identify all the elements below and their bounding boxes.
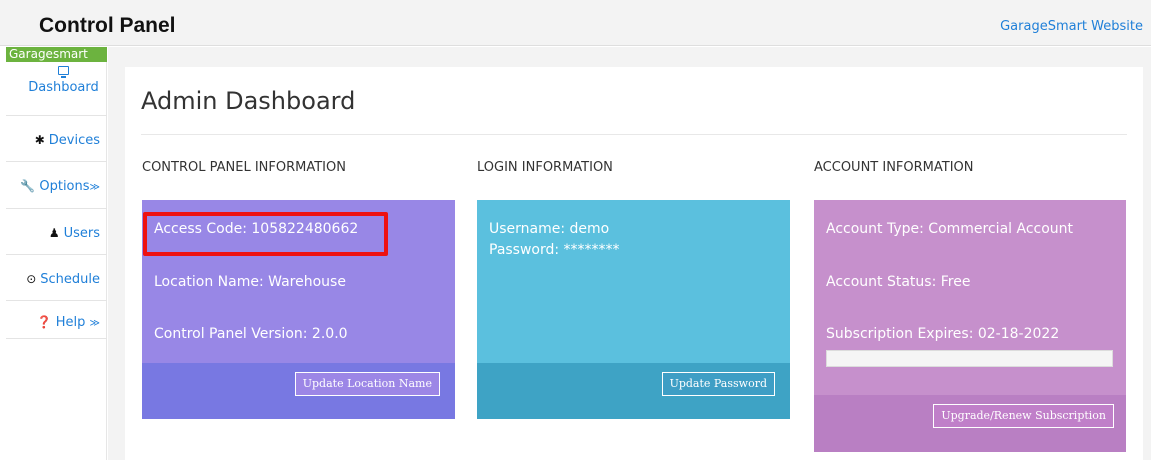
monitor-icon [58,66,69,78]
subscription-expires-text: Subscription Expires: 02-18-2022 [826,326,1060,342]
top-bar: Control Panel GarageSmart Website [0,0,1151,46]
username-text: Username: demo [489,221,610,237]
upgrade-renew-subscription-button[interactable]: Upgrade/Renew Subscription [933,404,1114,428]
wrench-icon: 🔧 [20,179,36,193]
sidebar-item-label: Users [63,226,100,241]
account-info-card: Account Type: Commercial Account Account… [814,200,1126,452]
sidebar-item-label: Options [39,179,90,194]
chevron-down-icon: ≫ [89,182,100,193]
card-body: Account Type: Commercial Account Account… [814,200,1126,395]
sidebar-item-label: Help [55,315,86,330]
update-location-name-button[interactable]: Update Location Name [294,372,440,396]
control-panel-info-card: Access Code: 105822480662 Location Name:… [142,200,455,419]
section-heading-login: LOGIN INFORMATION [477,160,613,175]
main-area: Admin Dashboard CONTROL PANEL INFORMATIO… [108,47,1151,460]
card-body: Username: demo Password: ******** [477,200,790,363]
card-body: Access Code: 105822480662 Location Name:… [142,200,455,363]
dashboard-panel: Admin Dashboard CONTROL PANEL INFORMATIO… [125,67,1143,460]
sidebar-item-label: Schedule [40,272,100,287]
account-type-text: Account Type: Commercial Account [826,221,1074,237]
sidebar-item-users[interactable]: ♟ Users [6,210,107,255]
subscription-progress-bar [826,350,1113,367]
sidebar-item-options[interactable]: 🔧 Options≫ [6,163,107,209]
website-link[interactable]: GarageSmart Website [1000,19,1143,34]
page-title: Admin Dashboard [141,87,356,115]
section-heading-account: ACCOUNT INFORMATION [814,160,974,175]
sidebar-item-devices[interactable]: ✱ Devices [6,117,107,162]
sidebar: Garagesmart Dashboard ✱ Devices 🔧 Options≫… [0,47,107,460]
card-footer: Update Location Name [142,363,455,419]
access-code-text: Access Code: 105822480662 [154,221,359,237]
login-info-card: Username: demo Password: ******** Update… [477,200,790,419]
sidebar-brand: Garagesmart [6,47,107,62]
divider [141,134,1127,135]
sidebar-item-schedule[interactable]: ⊙ Schedule [6,256,107,301]
sidebar-item-dashboard[interactable]: Dashboard [6,62,107,116]
user-icon: ♟ [48,226,60,240]
card-footer: Update Password [477,363,790,419]
clock-icon: ⊙ [26,272,37,286]
control-panel-version-text: Control Panel Version: 2.0.0 [154,326,348,342]
location-name-text: Location Name: Warehouse [154,274,346,290]
app-title: Control Panel [39,14,176,37]
account-status-text: Account Status: Free [826,274,971,290]
sidebar-item-label: Devices [48,133,100,148]
chevron-down-icon: ≫ [89,318,100,329]
password-text: Password: ******** [489,242,620,258]
section-heading-control-panel: CONTROL PANEL INFORMATION [142,160,346,175]
sidebar-item-label: Dashboard [28,80,99,95]
sidebar-item-help[interactable]: ❓ Help ≫ [6,302,107,339]
gear-icon: ✱ [34,133,45,147]
question-circle-icon: ❓ [36,315,52,329]
card-footer: Upgrade/Renew Subscription [814,395,1126,452]
update-password-button[interactable]: Update Password [661,372,775,396]
